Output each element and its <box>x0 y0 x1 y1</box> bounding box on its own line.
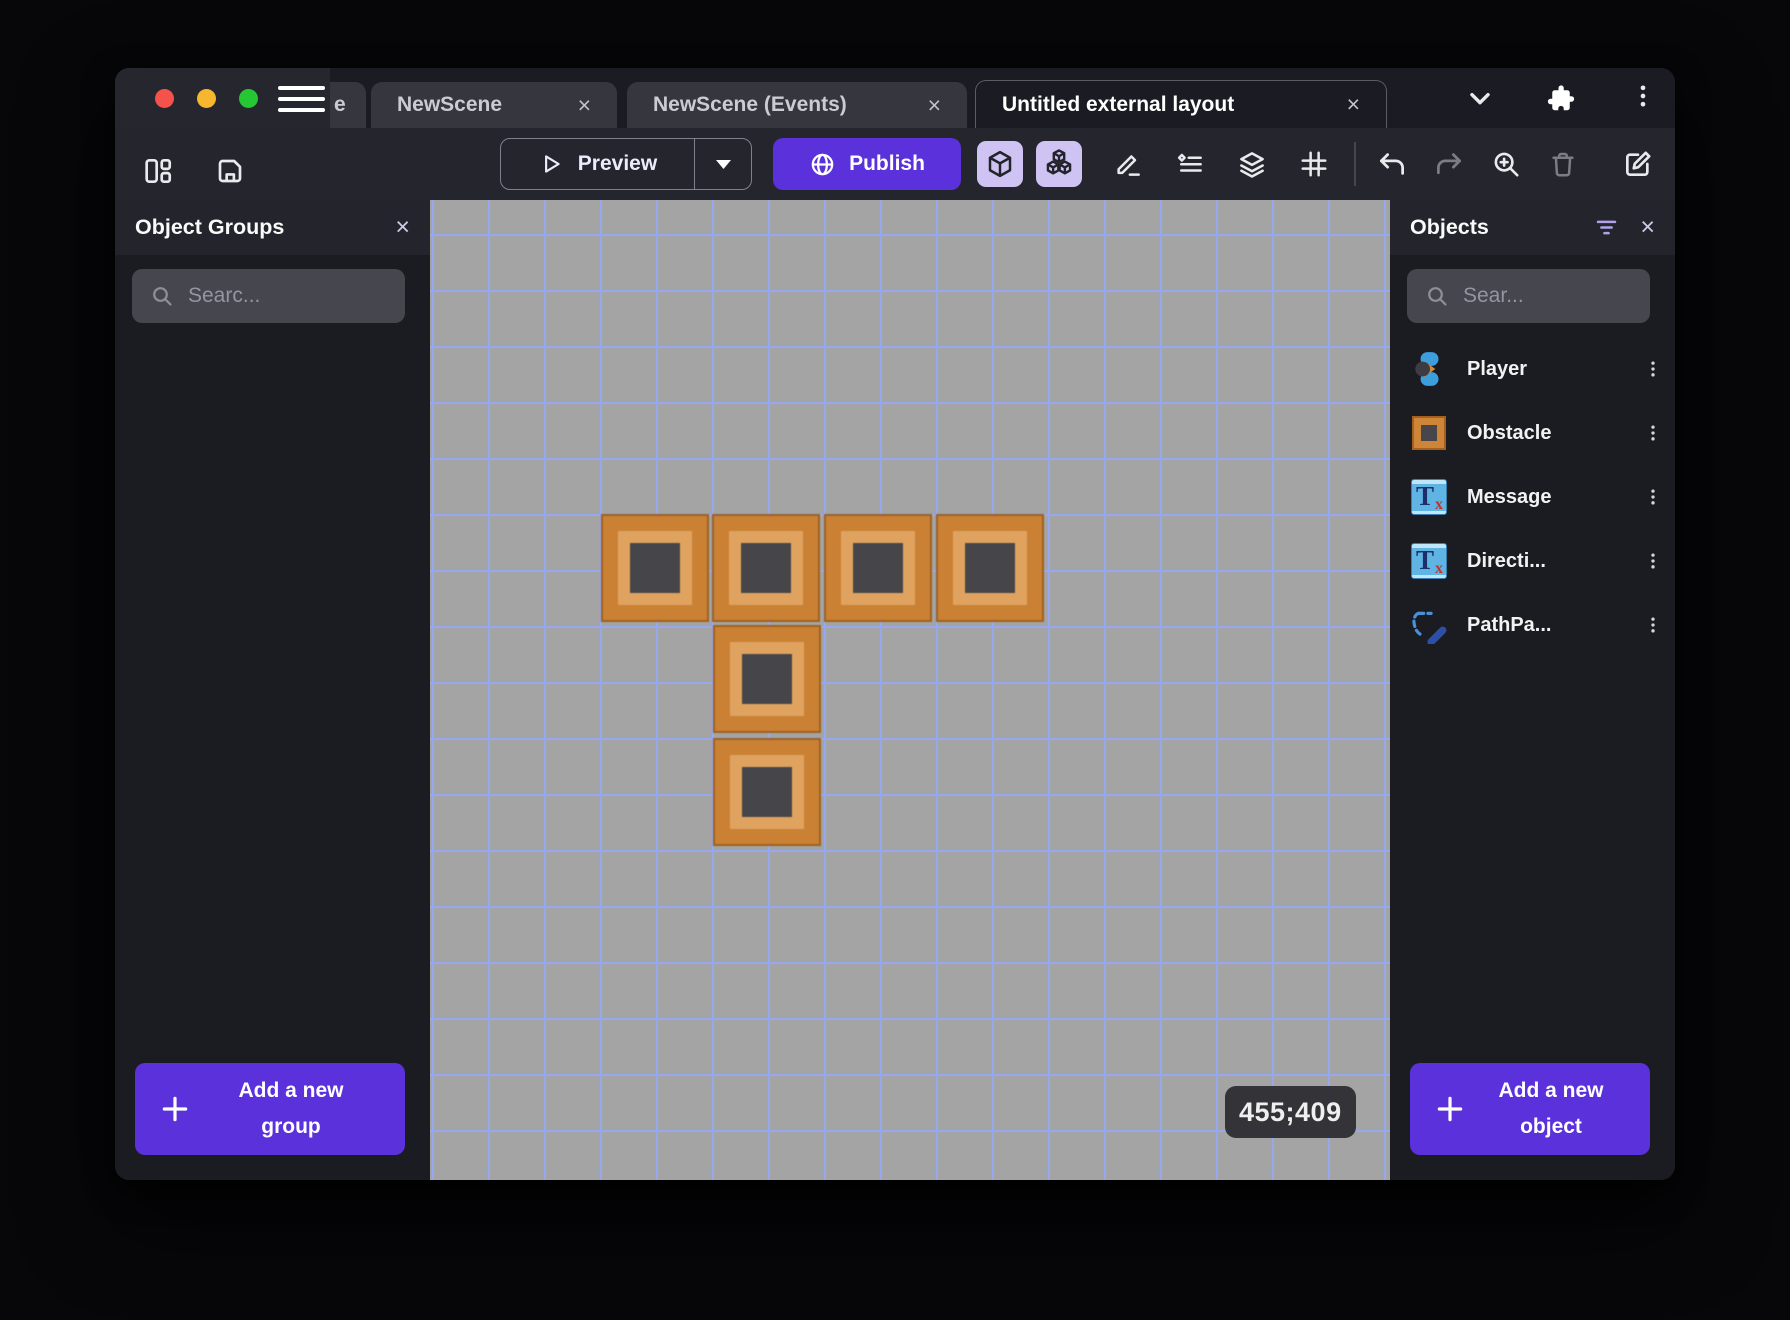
zoom-in-icon[interactable] <box>1483 141 1529 187</box>
filter-icon[interactable] <box>1593 214 1620 241</box>
preview-button[interactable]: Preview <box>500 138 752 190</box>
grid-icon[interactable] <box>1291 141 1337 187</box>
object-menu-dots-icon[interactable] <box>1643 551 1663 571</box>
delete-trash-icon[interactable] <box>1540 141 1586 187</box>
path-paint-icon <box>1410 606 1448 644</box>
tab-close-icon[interactable]: × <box>578 93 591 117</box>
object-row-message[interactable]: Tx Message <box>1390 465 1675 529</box>
object-name: Directi... <box>1467 549 1546 572</box>
main-content: Object Groups × Add a new group <box>115 200 1675 1180</box>
tab-label: NewScene (Events) <box>653 93 847 116</box>
minimize-window-traffic-light[interactable] <box>197 88 216 108</box>
plus-icon <box>1434 1093 1466 1125</box>
tab-strip: e NewScene × NewScene (Events) × Untitle… <box>330 80 1387 128</box>
object-groups-title: Object Groups <box>135 215 285 239</box>
search-icon <box>150 284 174 308</box>
object-name: Obstacle <box>1467 421 1552 444</box>
obstacle-instance[interactable] <box>824 514 932 622</box>
toolbar-divider <box>1354 142 1356 186</box>
objects-list: Player Obstacle Tx Message T x Directi..… <box>1390 337 1675 657</box>
tab-untitled-external-layout[interactable]: Untitled external layout × <box>975 80 1387 128</box>
maximize-window-traffic-light[interactable] <box>239 88 258 108</box>
tab-label: e <box>334 93 346 116</box>
obstacle-instance[interactable] <box>936 514 1044 622</box>
object-name: Player <box>1467 357 1528 380</box>
object-menu-dots-icon[interactable] <box>1643 359 1663 379</box>
objects-search[interactable] <box>1407 269 1650 323</box>
object-menu-dots-icon[interactable] <box>1643 615 1663 635</box>
add-object-label-line2: object <box>1520 1115 1582 1138</box>
object-menu-dots-icon[interactable] <box>1643 487 1663 507</box>
tab-newscene[interactable]: NewScene × <box>371 82 617 128</box>
add-instances-cubes-icon[interactable] <box>1036 141 1082 187</box>
main-menu-hamburger-icon[interactable] <box>278 86 325 112</box>
objects-panel: Objects × Sear... Player Obstacle T x Me… <box>1390 200 1675 1180</box>
gdevelop-window: e NewScene × NewScene (Events) × Untitle… <box>115 68 1675 1180</box>
search-icon <box>1425 284 1449 308</box>
toolbar: Preview Publish <box>115 128 1675 200</box>
add-group-button[interactable]: Add a new group <box>135 1063 405 1155</box>
tab-close-icon[interactable]: × <box>928 93 941 117</box>
titlebar: e NewScene × NewScene (Events) × Untitle… <box>115 68 1675 128</box>
preview-label: Preview <box>577 152 658 175</box>
object-groups-panel: Object Groups × Add a new group <box>115 200 430 1180</box>
add-group-label-line1: Add a new <box>238 1079 344 1103</box>
object-groups-search[interactable] <box>132 269 405 323</box>
close-icon[interactable]: × <box>1640 215 1655 240</box>
edit-object-cube-icon[interactable] <box>977 141 1023 187</box>
object-row-player[interactable]: Player <box>1390 337 1675 401</box>
tab-clipped[interactable]: e <box>330 82 366 128</box>
tab-newscene-events[interactable]: NewScene (Events) × <box>627 82 967 128</box>
plus-icon <box>159 1093 191 1125</box>
add-object-label-line1: Add a new <box>1498 1079 1604 1103</box>
player-icon <box>1410 350 1448 388</box>
object-row-pathpaint[interactable]: PathPa... <box>1390 593 1675 657</box>
add-group-label-line2: group <box>261 1115 321 1138</box>
undo-icon[interactable] <box>1369 141 1415 187</box>
chevron-down-icon[interactable] <box>1464 82 1496 114</box>
tab-label: NewScene <box>397 93 503 116</box>
publish-label: Publish <box>849 152 925 175</box>
layers-icon[interactable] <box>1229 141 1275 187</box>
close-window-traffic-light[interactable] <box>155 88 174 108</box>
redo-icon[interactable] <box>1426 141 1472 187</box>
extensions-puzzle-icon[interactable] <box>1546 84 1576 114</box>
play-icon <box>538 151 564 177</box>
obstacle-instance[interactable] <box>712 514 820 622</box>
text-object-icon: Tx <box>1410 542 1448 580</box>
object-groups-header: Object Groups × <box>115 200 430 255</box>
pencil-edit-icon[interactable] <box>1105 141 1151 187</box>
obstacle-instance[interactable] <box>713 738 821 846</box>
object-menu-dots-icon[interactable] <box>1643 423 1663 443</box>
preview-dropdown-button[interactable] <box>694 139 751 189</box>
objects-search-input[interactable] <box>1463 284 1636 308</box>
more-options-dots-icon[interactable] <box>1629 82 1657 110</box>
cursor-coordinates-badge: 455;409 <box>1225 1086 1356 1138</box>
obstacle-instance[interactable] <box>601 514 709 622</box>
publish-button[interactable]: Publish <box>773 138 961 190</box>
objects-header: Objects × <box>1390 200 1675 255</box>
objects-title: Objects <box>1410 215 1489 239</box>
instances-list-icon[interactable] <box>1167 141 1213 187</box>
scene-canvas[interactable]: 455;409 <box>430 200 1390 1180</box>
object-name: Message <box>1467 485 1552 508</box>
obstacle-instance[interactable] <box>713 625 821 733</box>
object-row-directions[interactable]: Tx Directi... <box>1390 529 1675 593</box>
obstacle-icon <box>1410 414 1448 452</box>
object-name: PathPa... <box>1467 613 1552 636</box>
tab-close-icon[interactable]: × <box>1347 93 1360 116</box>
globe-icon <box>809 151 836 178</box>
text-object-icon: Tx <box>1410 478 1448 516</box>
open-panels-layout-icon[interactable] <box>135 148 181 194</box>
edit-scene-properties-icon[interactable] <box>1615 141 1661 187</box>
object-row-obstacle[interactable]: Obstacle <box>1390 401 1675 465</box>
object-groups-search-input[interactable] <box>188 284 391 308</box>
add-object-button[interactable]: Add a new object <box>1410 1063 1650 1155</box>
tab-label: Untitled external layout <box>1002 92 1235 116</box>
close-icon[interactable]: × <box>395 215 410 240</box>
save-icon[interactable] <box>207 148 253 194</box>
